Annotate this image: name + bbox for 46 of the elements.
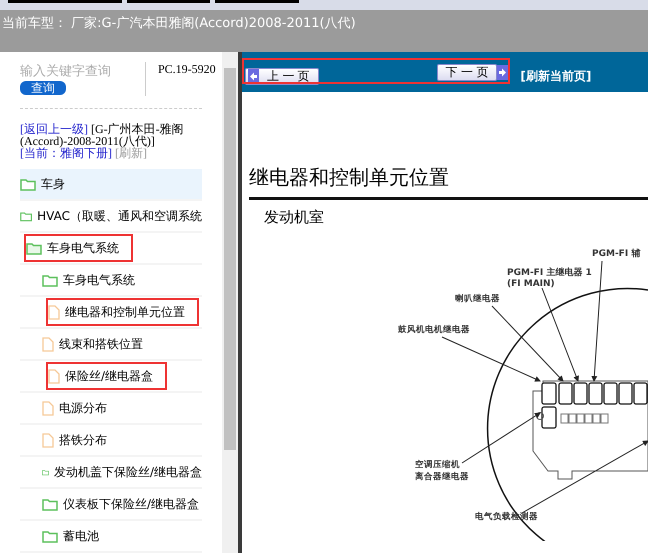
scrollbar-thumb[interactable] <box>224 68 236 450</box>
vehicle-title: 当前车型： 厂家:G-广汽本田雅阁(Accord)2008-2011(八代) <box>2 16 356 31</box>
tree-item-label[interactable]: 车身电气系统 <box>63 272 135 288</box>
breadcrumb-path: [返回上一级] [G-广州本田-雅阁(Accord)-2008-2011(八代)] <box>20 123 185 147</box>
scrollbar[interactable] <box>222 52 238 553</box>
folder-icon <box>42 530 58 542</box>
code-text: PC.19-5920 <box>158 62 216 78</box>
diagram-label: 鼓风机电机继电器 <box>398 325 470 335</box>
tree-item-label[interactable]: 电源分布 <box>59 400 107 416</box>
search-button[interactable]: 查询 <box>20 81 66 95</box>
diagram-label: PGM-FI 辅 <box>592 249 640 259</box>
diagram-label: 离合器继电器 <box>415 472 469 482</box>
tree-item-label[interactable]: 继电器和控制单元位置 <box>65 304 185 320</box>
window-tab[interactable] <box>215 0 299 3</box>
window-tab[interactable] <box>127 0 210 3</box>
selected-tree-item[interactable]: 车身 <box>20 169 202 201</box>
diagram-label: 电气负载检测器 <box>475 512 538 522</box>
diagram-label: (FI MAIN) <box>507 279 555 289</box>
diagram-label: 喇叭继电器 <box>455 294 500 304</box>
diagram-label: PGM-FI 主继电器 1 <box>507 268 592 278</box>
current-link[interactable]: [当前：雅阁下册] <box>20 146 112 160</box>
refresh-page-link[interactable]: [刷新当前页] <box>520 68 592 84</box>
tree-item-label[interactable]: 保险丝/继电器盒 <box>65 368 154 384</box>
document-title: 继电器和控制单元位置 <box>249 164 648 200</box>
folder-icon <box>42 274 58 286</box>
folder-icon <box>20 178 36 190</box>
tree-item-label[interactable]: 车身 <box>41 176 65 192</box>
folder-icon <box>20 210 32 222</box>
document-icon <box>48 368 60 384</box>
window-tab[interactable] <box>8 0 122 3</box>
document-icon <box>42 400 54 416</box>
document-icon <box>42 432 54 448</box>
next-page-button[interactable]: 下 一 页 <box>436 64 498 80</box>
tree-item-label[interactable]: 发动机盖下保险丝/继电器盒 <box>54 464 202 480</box>
diagram-label: 空调压缩机 <box>415 460 460 470</box>
section-heading: 发动机室 <box>264 208 325 227</box>
tree-item-label[interactable]: 搭铁分布 <box>59 432 107 448</box>
document-icon <box>48 304 60 320</box>
tree-item-label[interactable]: HVAC（取暖、通风和空调系统 <box>37 208 202 224</box>
document-icon <box>42 336 54 352</box>
tree-item-label[interactable]: 蓄电池 <box>63 528 99 544</box>
tree-item-label[interactable]: 仪表板下保险丝/继电器盒 <box>63 496 200 512</box>
back-link[interactable]: [返回上一级] <box>20 122 88 136</box>
tree-item-label[interactable]: 车身电气系统 <box>47 240 119 256</box>
tree-item-label[interactable]: 线束和搭铁位置 <box>59 336 143 352</box>
folder-icon <box>42 498 58 510</box>
